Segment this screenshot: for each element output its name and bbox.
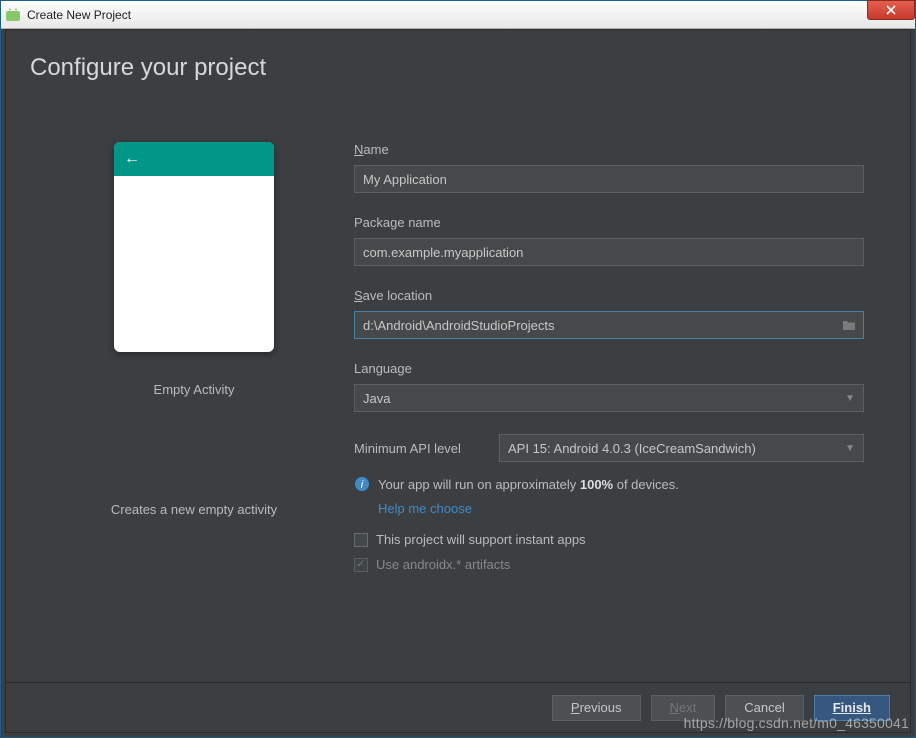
window-title: Create New Project (27, 8, 131, 22)
language-value: Java (363, 391, 390, 406)
api-level-select[interactable]: API 15: Android 4.0.3 (IceCreamSandwich)… (499, 434, 864, 462)
language-select[interactable]: Java ▼ (354, 384, 864, 412)
finish-button[interactable]: Finish (814, 695, 890, 721)
info-text: Your app will run on approximately 100% … (378, 477, 679, 492)
chevron-down-icon: ▼ (845, 393, 855, 404)
close-button[interactable] (867, 0, 915, 20)
name-label: Name (354, 142, 882, 157)
api-label: Minimum API level (354, 441, 499, 456)
name-input[interactable] (354, 165, 864, 193)
instant-apps-label: This project will support instant apps (376, 532, 586, 547)
app-icon (5, 7, 21, 23)
androidx-label: Use androidx.* artifacts (376, 557, 510, 572)
instant-apps-checkbox[interactable] (354, 533, 368, 547)
browse-folder-icon[interactable] (842, 319, 856, 331)
back-arrow-icon: ← (124, 151, 140, 167)
previous-button[interactable]: Previous (552, 695, 641, 721)
page-title: Configure your project (6, 30, 910, 102)
api-level-value: API 15: Android 4.0.3 (IceCreamSandwich) (508, 441, 756, 456)
language-label: Language (354, 361, 882, 376)
footer: Previous Next Cancel Finish (6, 682, 910, 732)
location-input[interactable] (354, 311, 864, 339)
chevron-down-icon: ▼ (845, 443, 855, 454)
info-icon: i (354, 476, 370, 492)
package-input[interactable] (354, 238, 864, 266)
template-description: Creates a new empty activity (111, 502, 277, 517)
cancel-button[interactable]: Cancel (725, 695, 803, 721)
package-label: Package name (354, 215, 882, 230)
titlebar: Create New Project (1, 1, 915, 29)
next-button: Next (651, 695, 716, 721)
template-name: Empty Activity (154, 382, 235, 397)
help-me-choose-link[interactable]: Help me choose (378, 501, 472, 516)
template-preview: ← (114, 142, 274, 352)
location-label: Save location (354, 288, 882, 303)
androidx-checkbox (354, 558, 368, 572)
